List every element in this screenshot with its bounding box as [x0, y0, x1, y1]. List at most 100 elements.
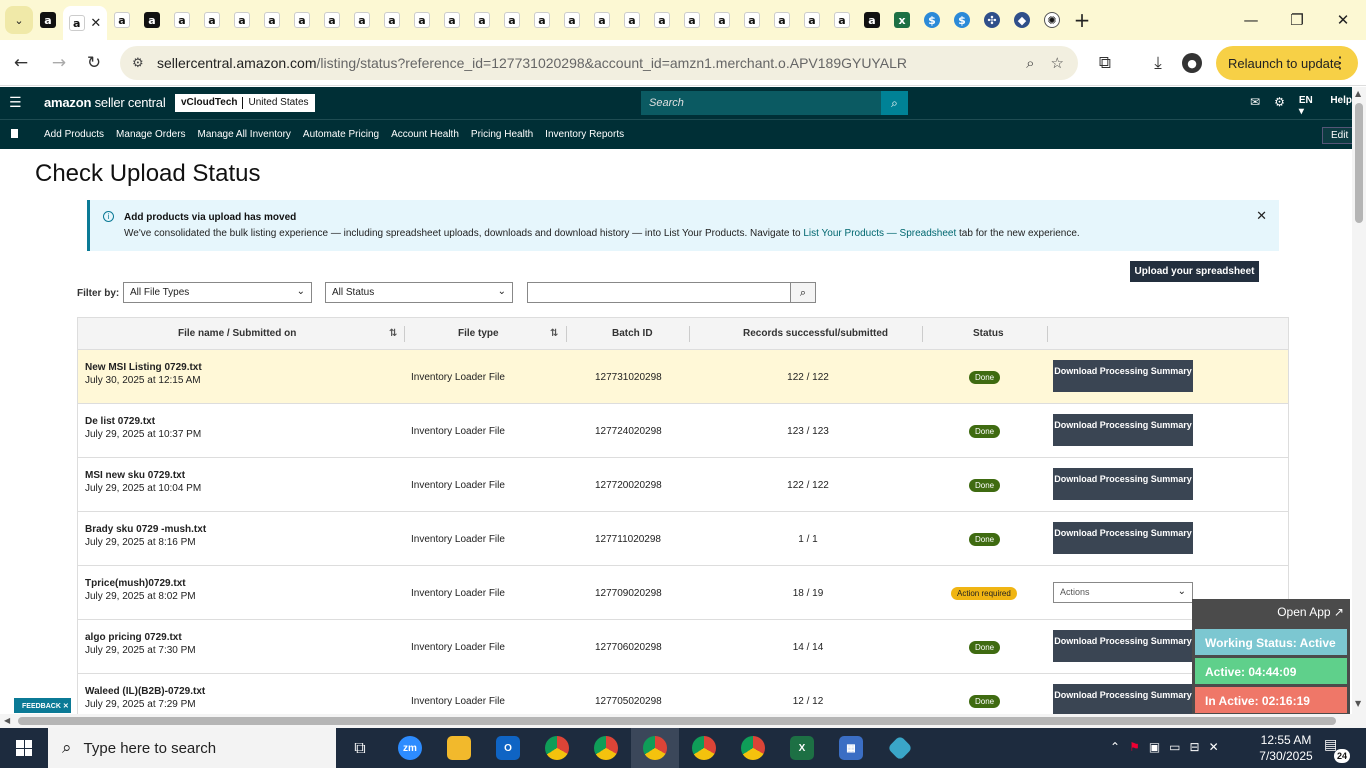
- browser-tab[interactable]: $: [947, 0, 977, 40]
- task-view-button[interactable]: ⧉: [336, 728, 384, 768]
- taskbar-chrome[interactable]: [680, 728, 728, 768]
- nav-pricing-health[interactable]: Pricing Health: [471, 129, 533, 140]
- relaunch-button[interactable]: Relaunch to update ⋮: [1216, 46, 1358, 80]
- language-selector[interactable]: EN ▾: [1299, 95, 1317, 117]
- browser-tab[interactable]: a: [137, 0, 167, 40]
- header-type[interactable]: File type: [458, 328, 499, 339]
- browser-tab[interactable]: a: [737, 0, 767, 40]
- download-summary-button[interactable]: Download Processing Summary: [1053, 414, 1193, 446]
- zoom-icon[interactable]: ⌕: [1026, 54, 1034, 72]
- browser-tab[interactable]: a: [827, 0, 857, 40]
- nav-automate-pricing[interactable]: Automate Pricing: [303, 129, 379, 140]
- download-summary-button[interactable]: Download Processing Summary: [1053, 630, 1193, 662]
- close-window-icon[interactable]: ✕: [1320, 0, 1366, 40]
- browser-tab[interactable]: a: [407, 0, 437, 40]
- scroll-up-icon[interactable]: ▲: [1355, 89, 1361, 98]
- download-summary-button[interactable]: Download Processing Summary: [1053, 360, 1193, 392]
- browser-tab[interactable]: a: [707, 0, 737, 40]
- header-file[interactable]: File name / Submitted on: [178, 328, 296, 339]
- more-menu-icon[interactable]: ⋮: [1332, 53, 1348, 73]
- reload-icon[interactable]: ↻: [82, 51, 106, 75]
- download-icon[interactable]: ⤓: [1146, 51, 1170, 75]
- start-button[interactable]: [0, 728, 48, 768]
- upload-search-input[interactable]: [527, 282, 791, 303]
- status-select[interactable]: All Status ⌄: [325, 282, 513, 303]
- browser-tab[interactable]: a: [347, 0, 377, 40]
- forward-icon[interactable]: →: [47, 51, 71, 75]
- system-clock[interactable]: 12:55 AM 7/30/2025: [1255, 732, 1317, 764]
- nav-manage-all-inventory[interactable]: Manage All Inventory: [198, 129, 291, 140]
- browser-tab[interactable]: a: [857, 0, 887, 40]
- browser-tab[interactable]: $: [917, 0, 947, 40]
- browser-tab[interactable]: a: [107, 0, 137, 40]
- hamburger-menu-icon[interactable]: ☰: [9, 95, 22, 111]
- browser-tab[interactable]: a: [587, 0, 617, 40]
- taskbar-file-explorer[interactable]: [435, 728, 483, 768]
- battery-icon[interactable]: ▭: [1169, 740, 1180, 754]
- bookmark-icon[interactable]: [11, 129, 18, 138]
- seller-central-logo[interactable]: amazon seller central: [44, 95, 166, 110]
- sort-icon[interactable]: ⇅: [550, 328, 558, 339]
- extensions-icon[interactable]: ⧉: [1093, 51, 1117, 75]
- open-app-link[interactable]: Open App ↗: [1277, 605, 1344, 619]
- new-tab-icon[interactable]: +: [1067, 8, 1097, 32]
- search-icon[interactable]: ⌕: [881, 91, 908, 115]
- actions-select[interactable]: Actions ⌄: [1053, 582, 1193, 603]
- back-icon[interactable]: ←: [9, 51, 33, 75]
- account-switcher[interactable]: vCloudTech United States: [175, 94, 315, 112]
- browser-tab[interactable]: a: [287, 0, 317, 40]
- browser-tab[interactable]: ✣: [977, 0, 1007, 40]
- browser-tab[interactable]: a: [377, 0, 407, 40]
- browser-tab[interactable]: a: [317, 0, 347, 40]
- browser-tab[interactable]: a: [797, 0, 827, 40]
- horizontal-scrollbar[interactable]: ◀: [0, 714, 1366, 728]
- close-tab-icon[interactable]: ✕: [90, 15, 101, 31]
- browser-tab[interactable]: a: [767, 0, 797, 40]
- vertical-scrollbar[interactable]: ▲ ▼: [1352, 87, 1366, 714]
- horizontal-scroll-thumb[interactable]: [18, 717, 1336, 725]
- address-bar[interactable]: ⚙ sellercentral.amazon.com/listing/statu…: [120, 46, 1078, 80]
- feedback-button[interactable]: FEEDBACK ✕: [14, 698, 71, 713]
- taskbar-app[interactable]: [876, 728, 924, 768]
- download-summary-button[interactable]: Download Processing Summary: [1053, 684, 1193, 716]
- download-summary-button[interactable]: Download Processing Summary: [1053, 522, 1193, 554]
- tab-search-button[interactable]: ⌄: [5, 6, 33, 34]
- taskbar-chrome[interactable]: [729, 728, 777, 768]
- taskbar-search[interactable]: ⌕ Type here to search: [48, 728, 336, 768]
- bookmark-star-icon[interactable]: ☆: [1051, 54, 1064, 72]
- scroll-left-icon[interactable]: ◀: [4, 716, 10, 725]
- taskbar-chrome[interactable]: [582, 728, 630, 768]
- restore-icon[interactable]: ❐: [1274, 0, 1320, 40]
- nav-account-health[interactable]: Account Health: [391, 129, 459, 140]
- browser-tab[interactable]: a: [557, 0, 587, 40]
- chevron-up-icon[interactable]: ⌃: [1110, 740, 1120, 754]
- minimize-icon[interactable]: —: [1228, 0, 1274, 40]
- scroll-down-icon[interactable]: ▼: [1355, 699, 1361, 708]
- profile-avatar[interactable]: ●: [1182, 53, 1202, 73]
- close-icon[interactable]: ✕: [1256, 209, 1267, 224]
- browser-tab[interactable]: ✺: [1037, 0, 1067, 40]
- taskbar-zoom[interactable]: zm: [386, 728, 434, 768]
- browser-tab[interactable]: a: [167, 0, 197, 40]
- browser-tab[interactable]: a: [33, 0, 63, 40]
- help-link[interactable]: Help: [1330, 95, 1352, 117]
- taskbar-outlook[interactable]: O: [484, 728, 532, 768]
- browser-tab[interactable]: x: [887, 0, 917, 40]
- vertical-scroll-thumb[interactable]: [1355, 103, 1363, 223]
- browser-tab-active[interactable]: a ✕: [63, 6, 107, 40]
- browser-tab[interactable]: a: [497, 0, 527, 40]
- taskbar-chrome-active[interactable]: [631, 728, 679, 768]
- network-icon[interactable]: ⊟: [1190, 740, 1200, 754]
- nav-inventory-reports[interactable]: Inventory Reports: [545, 129, 624, 140]
- browser-tab[interactable]: a: [647, 0, 677, 40]
- browser-tab[interactable]: a: [617, 0, 647, 40]
- acrobat-icon[interactable]: ⚑: [1129, 740, 1140, 754]
- mail-icon[interactable]: ✉: [1250, 95, 1260, 117]
- sort-icon[interactable]: ⇅: [389, 328, 397, 339]
- taskbar-calculator[interactable]: ▦: [827, 728, 875, 768]
- taskbar-excel[interactable]: X: [778, 728, 826, 768]
- browser-tab[interactable]: a: [467, 0, 497, 40]
- seller-search-input[interactable]: Search: [641, 91, 881, 115]
- browser-tab[interactable]: a: [437, 0, 467, 40]
- taskbar-chrome[interactable]: [533, 728, 581, 768]
